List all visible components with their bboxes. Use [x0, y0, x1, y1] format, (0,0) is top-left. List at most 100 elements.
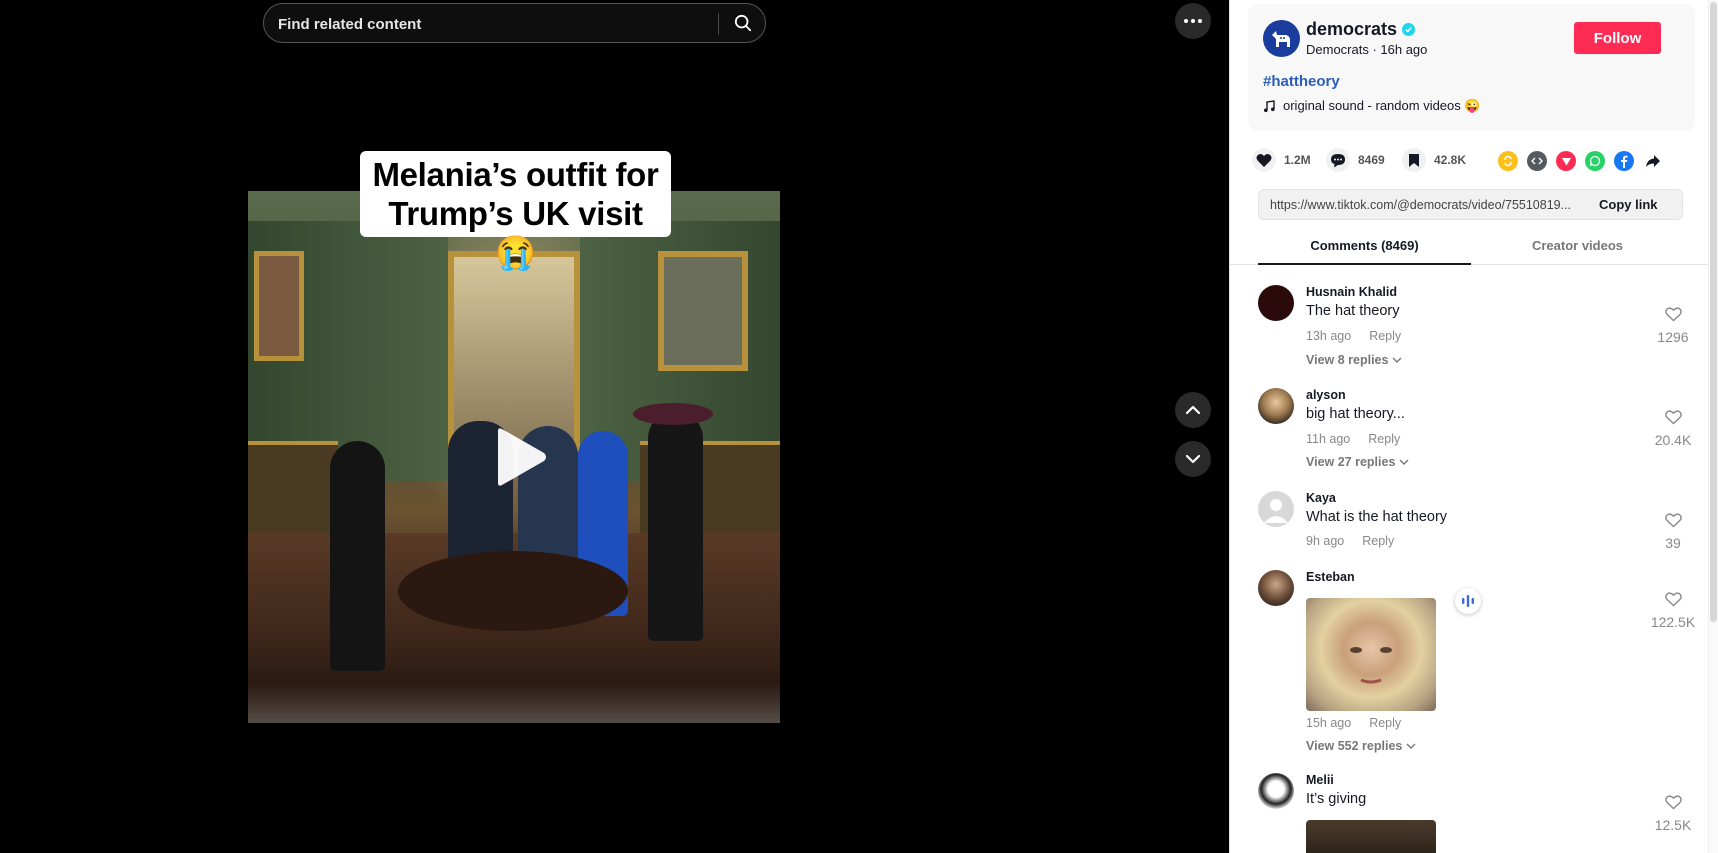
- face-graphic: [1350, 647, 1392, 684]
- chevron-up-icon: [1185, 405, 1201, 415]
- previous-video-button[interactable]: [1175, 392, 1211, 428]
- comment-count: 8469: [1358, 153, 1385, 167]
- forward-share-icon[interactable]: [1643, 151, 1663, 171]
- chevron-down-icon: [1406, 743, 1416, 749]
- search-icon: [734, 14, 752, 32]
- comment-author[interactable]: alyson: [1306, 388, 1346, 402]
- view-replies-button[interactable]: View 8 replies: [1306, 353, 1402, 367]
- avatar[interactable]: [1258, 773, 1294, 809]
- heart-outline-icon: [1664, 307, 1682, 322]
- caption-line-2: Trump’s UK visit 😭: [388, 195, 643, 271]
- like-count: 1.2M: [1284, 153, 1311, 167]
- chevron-down-icon: [1392, 357, 1402, 363]
- comment-bubble-icon: [1326, 148, 1350, 172]
- view-replies-label: View 8 replies: [1306, 353, 1389, 367]
- tab-comments[interactable]: Comments (8469): [1258, 238, 1471, 253]
- details-panel: democrats Democrats · 16h ago Follow #ha…: [1229, 0, 1718, 853]
- comment-text: The hat theory: [1306, 303, 1400, 319]
- comment-like-button[interactable]: 1296: [1648, 307, 1698, 345]
- scene-person: [648, 411, 703, 641]
- heart-outline-icon: [1664, 795, 1682, 810]
- search-divider: [718, 13, 719, 35]
- comment-item: Esteban 15h ago Reply View 552 replies 12…: [1258, 570, 1698, 760]
- follow-button[interactable]: Follow: [1574, 22, 1661, 54]
- reply-button[interactable]: Reply: [1368, 432, 1400, 446]
- comment-button[interactable]: 8469: [1326, 148, 1385, 172]
- save-button[interactable]: 42.8K: [1402, 148, 1466, 172]
- comment-like-count: 1296: [1657, 329, 1689, 345]
- video-caption: Melania’s outfit for Trump’s UK visit 😭: [360, 151, 671, 271]
- send-share-icon[interactable]: [1556, 151, 1576, 171]
- comment-like-count: 20.4K: [1654, 432, 1692, 448]
- copy-link-button[interactable]: Copy link: [1599, 197, 1658, 212]
- scene-mirror: [448, 251, 580, 451]
- scrollbar-thumb[interactable]: [1710, 2, 1717, 622]
- heart-outline-icon: [1664, 513, 1682, 528]
- scene-table: [398, 551, 628, 631]
- search-input[interactable]: [278, 12, 718, 36]
- comment-author[interactable]: Esteban: [1306, 570, 1355, 584]
- comment-like-count: 12.5K: [1654, 817, 1692, 833]
- view-replies-button[interactable]: View 552 replies: [1306, 739, 1416, 753]
- view-replies-button[interactable]: View 27 replies: [1306, 455, 1409, 469]
- comment-like-count: 122.5K: [1650, 614, 1696, 630]
- search-button[interactable]: [727, 8, 759, 38]
- more-dot-icon: [1198, 19, 1202, 23]
- audio-badge-button[interactable]: [1455, 588, 1481, 614]
- embed-share-icon[interactable]: [1527, 151, 1547, 171]
- comment-like-button[interactable]: 12.5K: [1648, 795, 1698, 833]
- default-avatar-icon: [1264, 499, 1288, 523]
- comment-meta: 11h ago Reply: [1306, 432, 1400, 446]
- next-video-button[interactable]: [1175, 441, 1211, 477]
- panel-scrollbar[interactable]: [1708, 0, 1718, 853]
- verified-badge-icon: [1402, 23, 1416, 36]
- like-button[interactable]: 1.2M: [1252, 148, 1311, 172]
- author-subline: Democrats · 16h ago: [1306, 42, 1428, 57]
- more-dot-icon: [1191, 19, 1195, 23]
- comment-like-button[interactable]: 122.5K: [1648, 592, 1698, 630]
- comment-author[interactable]: Melii: [1306, 773, 1334, 787]
- sound-link[interactable]: original sound - random videos 😜: [1263, 98, 1481, 114]
- author-avatar[interactable]: [1263, 20, 1300, 57]
- tab-creator-videos[interactable]: Creator videos: [1471, 238, 1684, 253]
- repost-share-icon[interactable]: [1498, 151, 1518, 171]
- comment-like-button[interactable]: 20.4K: [1648, 410, 1698, 448]
- reply-button[interactable]: Reply: [1362, 534, 1394, 548]
- sound-label: original sound - random videos 😜: [1283, 98, 1481, 113]
- comment-author[interactable]: Kaya: [1306, 491, 1336, 505]
- play-button[interactable]: [490, 425, 550, 489]
- avatar[interactable]: [1258, 491, 1294, 527]
- caption-line-1: Melania’s outfit for: [372, 156, 659, 193]
- avatar[interactable]: [1258, 570, 1294, 606]
- author-username[interactable]: democrats: [1306, 19, 1416, 40]
- reply-button[interactable]: Reply: [1369, 329, 1401, 343]
- facebook-share-icon[interactable]: [1614, 151, 1634, 171]
- share-link-url[interactable]: https://www.tiktok.com/@democrats/video/…: [1270, 198, 1592, 212]
- share-link-box: https://www.tiktok.com/@democrats/video/…: [1258, 189, 1683, 220]
- comment-time: 11h ago: [1306, 432, 1351, 446]
- action-bar: 1.2M 8469 42.8K: [1252, 148, 1702, 172]
- comment-like-count: 39: [1665, 535, 1681, 551]
- more-options-button[interactable]: [1175, 3, 1211, 39]
- comment-meta: 9h ago Reply: [1306, 534, 1394, 548]
- avatar[interactable]: [1258, 285, 1294, 321]
- avatar[interactable]: [1258, 388, 1294, 424]
- play-icon: [498, 428, 546, 486]
- comment-author[interactable]: Husnain Khalid: [1306, 285, 1397, 299]
- comment-image[interactable]: [1306, 598, 1436, 711]
- comment-item: Husnain Khalid The hat theory 13h ago Rep…: [1258, 285, 1698, 375]
- tiktok-video-page: Melania’s outfit for Trump’s UK visit 😭 …: [0, 0, 1718, 853]
- comment-like-button[interactable]: 39: [1648, 513, 1698, 551]
- comment-image[interactable]: [1306, 820, 1436, 853]
- chevron-down-icon: [1399, 459, 1409, 465]
- scene-painting-left: [254, 251, 304, 361]
- comment-time: 13h ago: [1306, 329, 1352, 343]
- comment-item: alyson big hat theory... 11h ago Reply Vi…: [1258, 388, 1698, 478]
- video-stage: Melania’s outfit for Trump’s UK visit 😭: [0, 0, 1229, 853]
- whatsapp-share-icon[interactable]: [1585, 151, 1605, 171]
- scene-person: [330, 441, 385, 671]
- scene-blur: [248, 683, 780, 723]
- reply-button[interactable]: Reply: [1369, 716, 1401, 730]
- donkey-logo-icon: [1271, 30, 1290, 47]
- hashtag-link[interactable]: #hattheory: [1263, 73, 1340, 90]
